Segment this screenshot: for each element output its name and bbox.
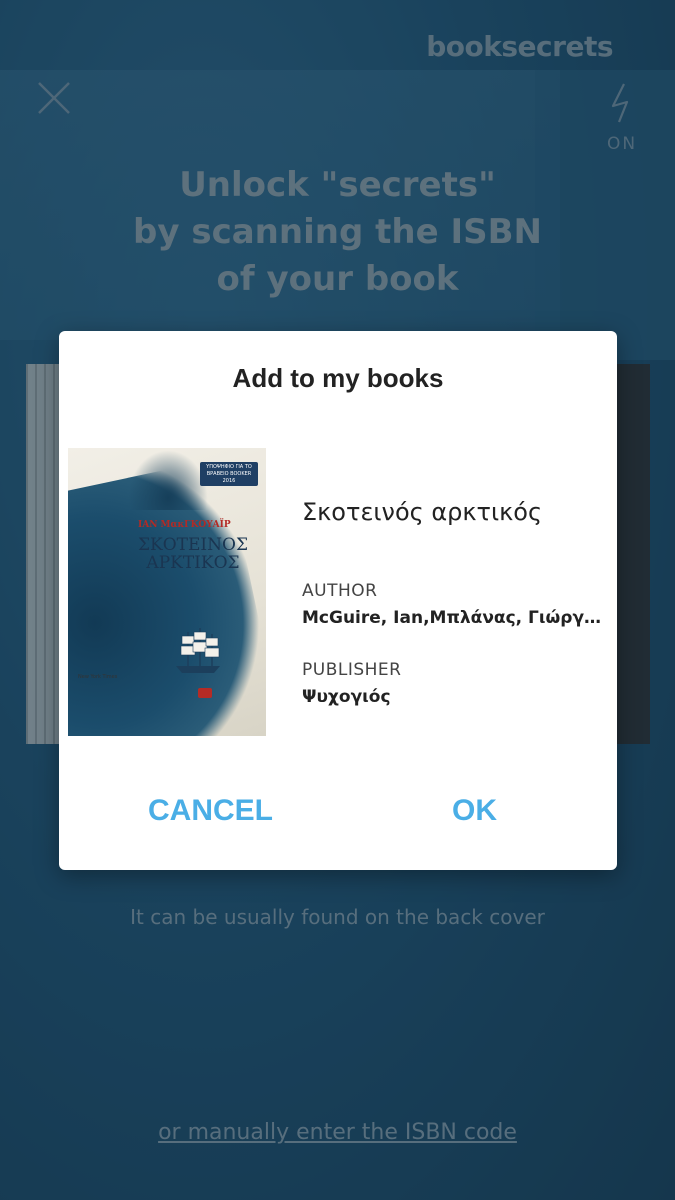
dialog-title: Add to my books [232,363,444,393]
cover-author: ΙΑΝ ΜακΓΚΟΥΑΪΡ [138,520,231,530]
publisher-value: Ψυχογιός [302,687,391,707]
publisher-logo [198,688,212,698]
cover-title: ΣΚΟΤΕΙΝΟΣ ΑΡΚΤΙΚΟΣ [138,535,248,573]
publisher-label: PUBLISHER [302,660,402,680]
book-cover: ΥΠΟΨΗΦΙΟ ΓΙΑ ΤΟ ΒΡΑΒΕΙΟ BOOKER 2016 ΙΑΝ … [68,448,266,736]
author-value: McGuire, Ian,Μπλάνας, Γιώργος,... [302,608,602,628]
cover-whale-tail [128,450,208,510]
cancel-button[interactable]: CANCEL [148,794,273,828]
author-label: AUTHOR [302,581,378,601]
ship-illustration [176,628,220,673]
add-book-dialog: Add to my books ΥΠΟΨΗΦΙΟ ΓΙΑ ΤΟ ΒΡΑΒΕΙΟ … [59,331,617,870]
cover-blurb: New York Times [78,674,118,680]
book-title: Σκοτεινός αρκτικός [302,498,543,526]
cover-badge: ΥΠΟΨΗΦΙΟ ΓΙΑ ΤΟ ΒΡΑΒΕΙΟ BOOKER 2016 [200,462,258,486]
ok-button[interactable]: OK [452,794,497,828]
